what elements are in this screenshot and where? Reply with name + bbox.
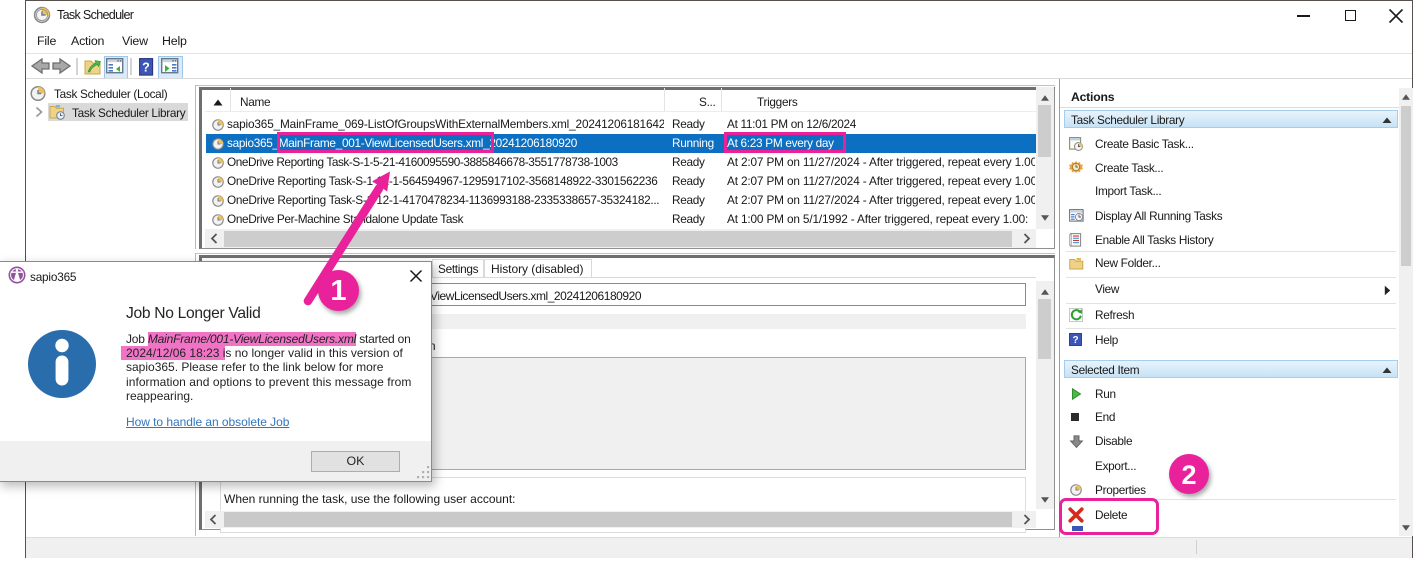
svg-text:?: ? — [1072, 335, 1078, 346]
svg-text:?: ? — [142, 60, 150, 74]
